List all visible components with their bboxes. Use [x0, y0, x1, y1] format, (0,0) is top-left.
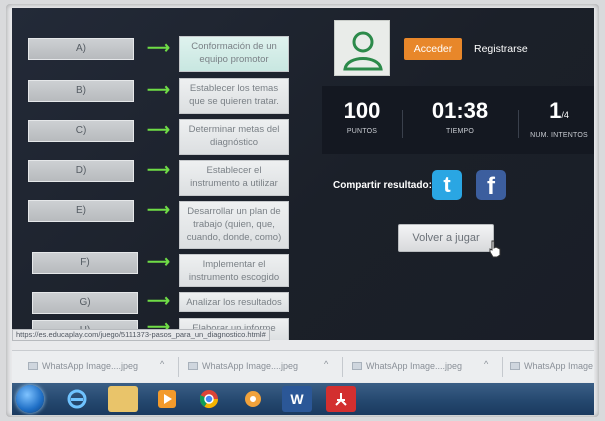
divider	[178, 357, 179, 377]
step-text: Conformación de un equipo promotor	[179, 36, 289, 72]
arrow-icon: ⟶	[147, 122, 170, 139]
media-player-icon[interactable]	[152, 386, 182, 412]
step-text: Determinar metas del diagnóstico	[179, 119, 289, 155]
arrow-icon: ⟶	[147, 202, 170, 219]
answer-slot[interactable]: G)	[32, 292, 138, 314]
ie-icon[interactable]	[62, 386, 92, 412]
file-icon	[188, 362, 198, 370]
avatar	[334, 20, 390, 76]
divider	[518, 110, 519, 138]
twitter-icon[interactable]: t	[432, 170, 462, 200]
arrow-icon: ⟶	[147, 162, 170, 179]
game-area: A) ⟶ Conformación de un equipo promotor …	[12, 8, 594, 340]
answer-slot[interactable]: D)	[28, 160, 134, 182]
folder-icon[interactable]	[108, 386, 138, 412]
arrow-icon: ⟶	[147, 82, 170, 99]
attempts-stat: 1/4 NUM. INTENTOS	[526, 98, 592, 139]
download-item[interactable]: WhatsApp Image....jpeg	[352, 360, 462, 372]
taskbar: W	[12, 383, 594, 415]
points-stat: 100 PUNTOS	[334, 98, 390, 135]
start-button[interactable]	[16, 385, 44, 413]
file-icon	[352, 362, 362, 370]
downloads-bar: WhatsApp Image....jpeg ^ WhatsApp Image.…	[12, 350, 594, 382]
acrobat-icon[interactable]	[326, 386, 356, 412]
divider	[502, 357, 503, 377]
replay-button[interactable]: Volver a jugar	[398, 224, 494, 252]
user-icon	[343, 31, 383, 71]
step-text: Establecer el instrumento a utilizar	[179, 160, 289, 196]
settings-app-icon[interactable]	[238, 386, 268, 412]
arrow-icon: ⟶	[147, 293, 170, 310]
attempts-total: /4	[561, 110, 569, 120]
answer-slot[interactable]: A)	[28, 38, 134, 60]
points-label: PUNTOS	[346, 128, 378, 135]
chevron-up-icon[interactable]: ^	[484, 359, 488, 369]
login-button[interactable]: Acceder	[404, 38, 462, 60]
chevron-up-icon[interactable]: ^	[324, 359, 328, 369]
status-url: https://es.educaplay.com/juego/5111373-p…	[12, 329, 270, 341]
attempts-label: NUM. INTENTOS	[530, 132, 588, 139]
arrow-icon: ⟶	[147, 40, 170, 57]
divider	[402, 110, 403, 138]
facebook-icon[interactable]: f	[476, 170, 506, 200]
chevron-up-icon[interactable]: ^	[160, 359, 164, 369]
stats-panel: 100 PUNTOS 01:38 TIEMPO 1/4 NUM. INTENTO…	[322, 86, 594, 154]
time-value: 01:38	[431, 98, 489, 123]
step-text: Implementar el instrumento escogido	[179, 254, 289, 287]
answer-slot[interactable]: E)	[28, 200, 134, 222]
download-name: WhatsApp Image	[524, 361, 594, 371]
step-text: Desarrollar un plan de trabajo (quien, q…	[179, 201, 289, 249]
answer-slot[interactable]: C)	[28, 120, 134, 142]
divider	[342, 357, 343, 377]
register-link[interactable]: Registrarse	[474, 43, 528, 55]
download-item[interactable]: WhatsApp Image....jpeg	[188, 360, 298, 372]
download-name: WhatsApp Image....jpeg	[42, 361, 139, 371]
hand-cursor-icon	[489, 240, 501, 258]
step-text: Establecer los temas que se quieren trat…	[179, 78, 289, 114]
download-name: WhatsApp Image....jpeg	[202, 361, 299, 371]
file-icon	[510, 362, 520, 370]
time-label: TIEMPO	[445, 128, 475, 135]
download-item[interactable]: WhatsApp Image	[510, 360, 593, 372]
points-value: 100	[343, 98, 381, 123]
time-stat: 01:38 TIEMPO	[420, 98, 500, 135]
download-name: WhatsApp Image....jpeg	[366, 361, 463, 371]
chrome-icon[interactable]	[194, 386, 224, 412]
answer-slot[interactable]: B)	[28, 80, 134, 102]
step-text: Analizar los resultados	[179, 292, 289, 312]
share-label: Compartir resultado:	[333, 180, 432, 191]
arrow-icon: ⟶	[147, 254, 170, 271]
word-icon[interactable]: W	[282, 386, 312, 412]
attempts-value: 1	[549, 98, 562, 123]
file-icon	[28, 362, 38, 370]
download-item[interactable]: WhatsApp Image....jpeg	[28, 360, 138, 372]
answer-slot[interactable]: F)	[32, 252, 138, 274]
